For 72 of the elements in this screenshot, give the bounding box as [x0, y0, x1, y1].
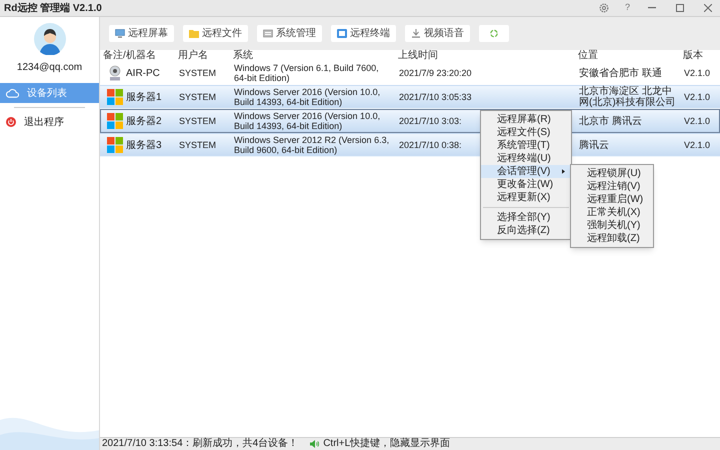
status-message: 2021/7/10 3:13:54：刷新成功，共4台设备！	[101, 438, 298, 450]
table-cell-text: 腾讯云	[578, 140, 610, 150]
column-header[interactable]: 备注/机器名	[100, 50, 175, 61]
cloud-icon	[6, 88, 19, 98]
menu-item[interactable]: 选择全部(Y)	[481, 211, 571, 224]
help-button[interactable]: ?	[624, 1, 630, 15]
windows-logo-icon	[107, 89, 123, 105]
menu-item[interactable]: 远程重启(W)	[571, 193, 653, 206]
avatar-icon	[34, 23, 66, 55]
status-hint: Ctrl+L快捷键，隐藏显示界面	[323, 438, 450, 450]
table-cell-text: Windows Server 2012 R2 (Version 6.3, Build 9600, 64-bit Edition)	[233, 135, 390, 155]
table-cell-text: SYSTEM	[178, 68, 216, 78]
column-header[interactable]: 位置	[575, 50, 680, 61]
power-icon	[6, 117, 16, 127]
table-cell-text: 2021/7/10 0:38:	[398, 140, 462, 150]
window-icon	[263, 29, 273, 38]
table-cell-text: V2.1.0	[683, 140, 710, 150]
menu-item[interactable]: 强制关机(Y)	[571, 219, 653, 232]
table-cell-text: 北京市海淀区 北龙中网(北京)科技有限公司	[578, 86, 677, 108]
minimize-icon[interactable]	[648, 7, 656, 9]
table-cell-text: Windows Server 2016 (Version 10.0, Build 14393, 64-bit Edition)	[233, 87, 382, 107]
terminal-icon	[337, 29, 347, 38]
table-cell-text: 服务器2	[126, 114, 162, 128]
menu-item[interactable]: 远程注销(V)	[571, 180, 653, 193]
folder-icon	[189, 29, 199, 38]
table-cell-text: AIR-PC	[126, 66, 160, 80]
column-header[interactable]: 版本	[680, 50, 720, 61]
close-icon[interactable]	[704, 4, 712, 12]
windows-logo-icon	[107, 137, 123, 153]
table-cell-text: 2021/7/9 23:20:20	[398, 68, 472, 78]
table-cell-text: 2021/7/10 3:05:33	[398, 92, 472, 102]
menu-item[interactable]: 正常关机(X)	[571, 206, 653, 219]
table-cell-text: V2.1.0	[683, 116, 710, 126]
table-cell-text: Windows Server 2016 (Version 10.0, Build 14393, 64-bit Edition)	[233, 111, 382, 131]
table-cell-text: 服务器3	[126, 138, 162, 152]
column-header[interactable]: 系统	[230, 50, 395, 61]
menu-item[interactable]: 反向选择(Z)	[481, 224, 571, 237]
menu-item[interactable]: 更改备注(W)	[481, 178, 571, 191]
table-cell-text: 2021/7/10 3:03:	[398, 116, 462, 126]
menu-item[interactable]: 会话管理(V)	[481, 165, 571, 178]
upload-icon	[411, 29, 421, 38]
toolbar-button[interactable]: 远程屏幕	[109, 25, 174, 42]
table-cell-text: 服务器1	[126, 90, 162, 104]
speaker-icon	[310, 440, 320, 448]
menu-item[interactable]: 远程更新(X)	[481, 191, 571, 204]
column-header[interactable]: 上线时间	[395, 50, 575, 61]
table-cell-text: 北京市 腾讯云	[578, 116, 643, 126]
table-cell-text: SYSTEM	[178, 140, 216, 150]
windows-logo-icon	[107, 113, 123, 129]
user-email: 1234@qq.com	[16, 61, 82, 75]
settings-icon[interactable]	[598, 3, 609, 13]
menu-item[interactable]: 远程锁屏(U)	[571, 167, 653, 180]
toolbar-button[interactable]: 系统管理	[257, 25, 322, 42]
table-cell-text: 安徽省合肥市 联通	[578, 68, 663, 78]
menu-item[interactable]: 远程卸载(Z)	[571, 232, 653, 245]
refresh-icon	[489, 29, 499, 38]
maximize-icon[interactable]	[676, 4, 684, 12]
monitor-icon	[115, 29, 125, 38]
toolbar-button[interactable]: 远程文件	[183, 25, 248, 42]
toolbar-button[interactable]: 视频语音	[405, 25, 470, 42]
table-cell-text: V2.1.0	[683, 68, 710, 78]
toolbar-button[interactable]: 远程终端	[331, 25, 396, 42]
menu-item[interactable]: 系统管理(T)	[481, 139, 571, 152]
webcam-icon	[107, 65, 123, 81]
table-cell-text: SYSTEM	[178, 116, 216, 126]
table-cell-text: SYSTEM	[178, 92, 216, 102]
table-cell-text: Windows 7 (Version 6.1, Build 7600, 64-bit Edition)	[233, 63, 380, 83]
table-cell-text: V2.1.0	[683, 92, 710, 102]
window-title: Rd远控 管理端 V2.1.0	[3, 2, 102, 16]
submenu-arrow-icon	[562, 169, 565, 174]
menu-item[interactable]: 远程屏幕(R)	[481, 113, 571, 126]
column-header[interactable]: 用户名	[175, 50, 230, 61]
